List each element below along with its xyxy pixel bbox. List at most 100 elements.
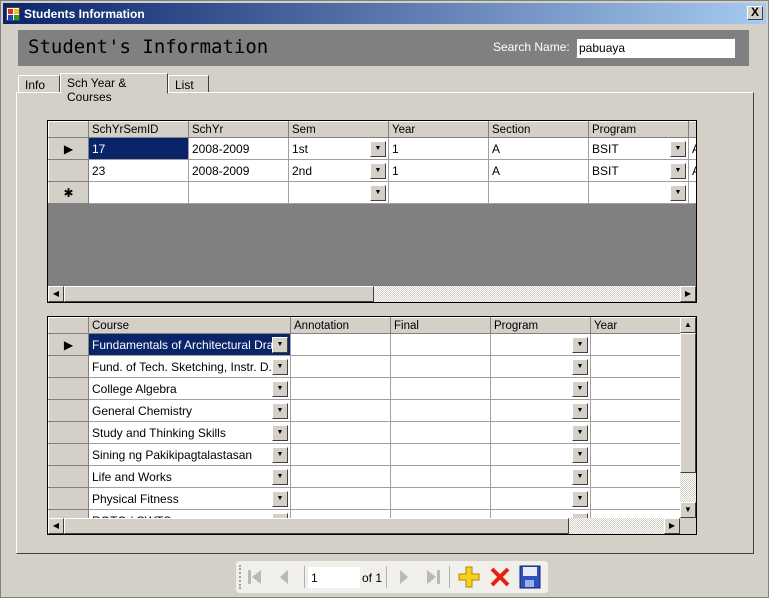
cell-sem[interactable]: 2nd ▼ bbox=[288, 159, 389, 182]
dropdown-arrow-icon[interactable]: ▼ bbox=[572, 491, 588, 507]
row-header[interactable] bbox=[48, 421, 89, 444]
table-row[interactable]: General Chemistry ▼ ▼ bbox=[48, 399, 682, 422]
cell-section[interactable] bbox=[488, 181, 589, 204]
add-new-icon[interactable] bbox=[458, 566, 480, 588]
sem-year-grid[interactable]: SchYrSemID SchYr Sem Year Section Progra… bbox=[47, 120, 697, 303]
cell-course[interactable]: College Algebra ▼ bbox=[88, 377, 291, 400]
cell-schyrsemid[interactable]: 23 bbox=[88, 159, 189, 182]
row-header[interactable] bbox=[48, 465, 89, 488]
cell-next[interactable]: A bbox=[688, 159, 696, 182]
column-header[interactable]: Program bbox=[490, 317, 591, 334]
cell-next[interactable] bbox=[688, 181, 696, 204]
move-next-icon[interactable] bbox=[393, 567, 415, 587]
column-header[interactable]: Sem bbox=[288, 121, 389, 138]
table-row[interactable]: Study and Thinking Skills ▼ ▼ bbox=[48, 421, 682, 444]
tab-list[interactable]: List bbox=[168, 75, 209, 93]
row-header[interactable] bbox=[48, 487, 89, 510]
cell-year[interactable] bbox=[590, 421, 682, 444]
dropdown-arrow-icon[interactable]: ▼ bbox=[272, 403, 288, 419]
row-header[interactable] bbox=[48, 159, 89, 182]
cell-annotation[interactable] bbox=[290, 399, 391, 422]
cell-program[interactable]: ▼ bbox=[490, 377, 591, 400]
delete-icon[interactable] bbox=[489, 567, 511, 587]
toolbar-grip[interactable] bbox=[239, 565, 241, 589]
dropdown-arrow-icon[interactable]: ▼ bbox=[670, 163, 686, 179]
cell-final[interactable] bbox=[390, 355, 491, 378]
cell-final[interactable] bbox=[390, 443, 491, 466]
dropdown-arrow-icon[interactable]: ▼ bbox=[272, 447, 288, 463]
cell-program[interactable]: ▼ bbox=[490, 443, 591, 466]
table-row[interactable]: Physical Fitness ▼ ▼ bbox=[48, 487, 682, 510]
column-header[interactable]: Section bbox=[488, 121, 589, 138]
dropdown-arrow-icon[interactable]: ▼ bbox=[272, 381, 288, 397]
cell-final[interactable] bbox=[390, 421, 491, 444]
dropdown-arrow-icon[interactable]: ▼ bbox=[670, 141, 686, 157]
table-row[interactable]: ▶ Fundamentals of Architectural Draf... ▼ ▼ bbox=[48, 333, 682, 356]
cell-sem[interactable]: 1st ▼ bbox=[288, 137, 389, 160]
cell-year[interactable]: 1 bbox=[388, 137, 489, 160]
cell-schyr[interactable] bbox=[188, 181, 289, 204]
cell-course[interactable]: Fundamentals of Architectural Draf... ▼ bbox=[88, 333, 291, 356]
new-row[interactable]: ✱ ▼ ▼ bbox=[48, 181, 696, 204]
horizontal-scrollbar[interactable]: ◀ ▶ bbox=[48, 518, 680, 534]
scroll-left-arrow-icon[interactable]: ◀ bbox=[48, 518, 64, 534]
column-header[interactable]: Course bbox=[88, 317, 291, 334]
cell-year[interactable] bbox=[590, 333, 682, 356]
new-row-asterisk-icon[interactable]: ✱ bbox=[48, 181, 89, 204]
table-row[interactable]: Fund. of Tech. Sketching, Instr. D... ▼ ▼ bbox=[48, 355, 682, 378]
column-header[interactable]: Year bbox=[590, 317, 682, 334]
cell-course[interactable]: General Chemistry ▼ bbox=[88, 399, 291, 422]
courses-grid[interactable]: Course Annotation Final Program Year ▶ Fu… bbox=[47, 316, 697, 535]
scroll-right-arrow-icon[interactable]: ▶ bbox=[680, 286, 696, 302]
cell-schyr[interactable]: 2008-2009 bbox=[188, 137, 289, 160]
move-first-icon[interactable] bbox=[244, 567, 266, 587]
horizontal-scrollbar[interactable]: ◀ ▶ bbox=[48, 286, 696, 302]
dropdown-arrow-icon[interactable]: ▼ bbox=[670, 185, 686, 201]
scroll-right-arrow-icon[interactable]: ▶ bbox=[664, 518, 680, 534]
table-row[interactable]: Life and Works ▼ ▼ bbox=[48, 465, 682, 488]
cell-program[interactable]: ▼ bbox=[490, 487, 591, 510]
tab-sch-year-courses[interactable]: Sch Year & Courses bbox=[60, 73, 168, 104]
dropdown-arrow-icon[interactable]: ▼ bbox=[272, 491, 288, 507]
cell-final[interactable] bbox=[390, 399, 491, 422]
cell-program[interactable]: ▼ bbox=[490, 399, 591, 422]
move-previous-icon[interactable] bbox=[273, 567, 295, 587]
cell-annotation[interactable] bbox=[290, 355, 391, 378]
cell-annotation[interactable] bbox=[290, 443, 391, 466]
row-header[interactable] bbox=[48, 377, 89, 400]
tab-info[interactable]: Info bbox=[18, 75, 60, 93]
scroll-up-arrow-icon[interactable]: ▲ bbox=[680, 317, 696, 333]
cell-year[interactable]: 1 bbox=[388, 159, 489, 182]
cell-program[interactable]: BSIT ▼ bbox=[588, 137, 689, 160]
cell-program[interactable]: ▼ bbox=[490, 421, 591, 444]
cell-program[interactable]: ▼ bbox=[490, 355, 591, 378]
save-icon[interactable] bbox=[519, 565, 541, 589]
dropdown-arrow-icon[interactable]: ▼ bbox=[572, 337, 588, 353]
cell-course[interactable]: Fund. of Tech. Sketching, Instr. D... ▼ bbox=[88, 355, 291, 378]
column-header[interactable]: Final bbox=[390, 317, 491, 334]
cell-final[interactable] bbox=[390, 333, 491, 356]
dropdown-arrow-icon[interactable]: ▼ bbox=[272, 337, 288, 353]
cell-sem[interactable]: ▼ bbox=[288, 181, 389, 204]
scroll-left-arrow-icon[interactable]: ◀ bbox=[48, 286, 64, 302]
column-header[interactable]: Program bbox=[588, 121, 689, 138]
current-row-indicator-icon[interactable]: ▶ bbox=[48, 333, 89, 356]
column-header[interactable]: Annotation bbox=[290, 317, 391, 334]
cell-final[interactable] bbox=[390, 465, 491, 488]
dropdown-arrow-icon[interactable]: ▼ bbox=[272, 469, 288, 485]
dropdown-arrow-icon[interactable]: ▼ bbox=[572, 381, 588, 397]
cell-course[interactable]: Sining ng Pakikipagtalastasan ▼ bbox=[88, 443, 291, 466]
cell-program[interactable]: BSIT ▼ bbox=[588, 159, 689, 182]
cell-schyrsemid[interactable] bbox=[88, 181, 189, 204]
cell-next[interactable]: A bbox=[688, 137, 696, 160]
table-row[interactable]: Sining ng Pakikipagtalastasan ▼ ▼ bbox=[48, 443, 682, 466]
cell-section[interactable]: A bbox=[488, 137, 589, 160]
row-header[interactable] bbox=[48, 355, 89, 378]
cell-program[interactable]: ▼ bbox=[588, 181, 689, 204]
current-row-indicator-icon[interactable]: ▶ bbox=[48, 137, 89, 160]
cell-annotation[interactable] bbox=[290, 487, 391, 510]
row-header[interactable] bbox=[48, 443, 89, 466]
cell-course[interactable]: Life and Works ▼ bbox=[88, 465, 291, 488]
cell-annotation[interactable] bbox=[290, 333, 391, 356]
row-header[interactable] bbox=[48, 399, 89, 422]
